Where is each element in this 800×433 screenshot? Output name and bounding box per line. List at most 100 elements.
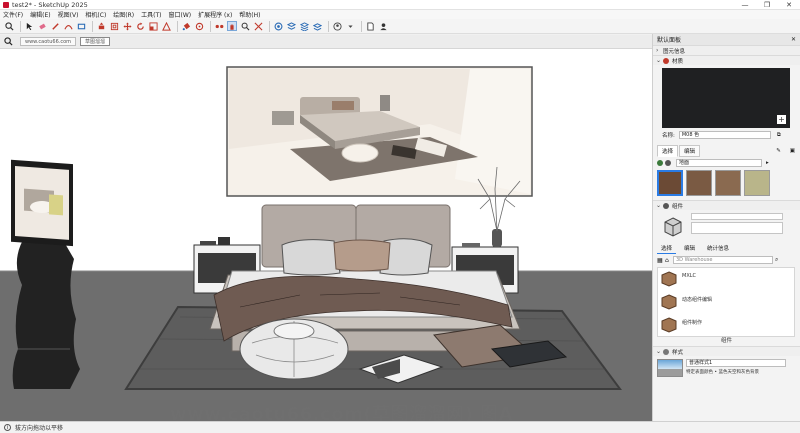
style-thumbnail — [657, 359, 683, 377]
tab-edit[interactable]: 编辑 — [680, 243, 699, 254]
dropdown-arrow-icon[interactable] — [345, 21, 355, 31]
paint-bucket-icon[interactable] — [181, 21, 191, 31]
rotate-tool-icon[interactable] — [135, 21, 145, 31]
panel-components[interactable]: ⌄ 组件 — [653, 200, 800, 210]
material-tabs: 选择 编辑 ✎ ▣ — [657, 145, 800, 157]
menu-extensions[interactable]: 扩展程序 (x) — [198, 10, 232, 19]
offset-tool-icon[interactable] — [109, 21, 119, 31]
component-search-row: ▦ ⌂ 3D Warehouse ⌕ — [657, 256, 800, 264]
zoom-tool-icon[interactable] — [240, 21, 250, 31]
toolbar-divider — [177, 20, 178, 32]
close-button[interactable]: ✕ — [778, 0, 800, 10]
zoom-extents-icon[interactable] — [253, 21, 263, 31]
home-icon[interactable]: ⌂ — [665, 257, 673, 264]
menu-view[interactable]: 视图(V) — [58, 10, 79, 19]
scene-render — [0, 66, 652, 421]
create-material-button[interactable]: + — [777, 115, 786, 124]
tape-measure-icon[interactable] — [161, 21, 171, 31]
maximize-button[interactable]: ❐ — [756, 0, 778, 10]
panel-entity-info[interactable]: › 图元信息 — [653, 45, 800, 55]
profile-icon[interactable] — [378, 21, 388, 31]
sample-paint-icon[interactable]: ▣ — [786, 147, 799, 155]
chevron-down-icon: ⌄ — [656, 348, 662, 355]
orbit-tool-icon[interactable] — [194, 21, 204, 31]
list-item[interactable]: 动态组件编辑 — [658, 291, 794, 314]
tray-close-icon[interactable]: ✕ — [791, 36, 796, 43]
menu-help[interactable]: 帮助(H) — [239, 10, 260, 19]
panel-styles[interactable]: ⌄ 样式 — [653, 346, 800, 356]
tab-statistics[interactable]: 统计信息 — [703, 243, 733, 254]
extension-manager-icon[interactable] — [312, 21, 322, 31]
arc-tool-icon[interactable] — [63, 21, 73, 31]
watermark-text: www.caotu66.com(草图溜溜网) 图A — [170, 404, 514, 421]
warehouse-icon[interactable] — [273, 21, 283, 31]
material-library-row: 地面 ▸ — [657, 159, 800, 167]
style-name-field[interactable]: 普通样式1 — [686, 359, 786, 367]
material-swatch[interactable] — [715, 170, 741, 196]
pencil-tool-icon[interactable] — [50, 21, 60, 31]
model-viewport[interactable]: www.caotu66.com(草图溜溜网) 图A — [0, 49, 652, 421]
menu-edit[interactable]: 编辑(E) — [30, 10, 50, 19]
home-icon[interactable] — [665, 160, 671, 166]
panel-materials[interactable]: ⌄ 材质 — [653, 55, 800, 65]
sketchup-logo-icon — [3, 1, 9, 8]
info-icon[interactable]: i — [4, 424, 11, 431]
duplicate-icon[interactable]: ⧉ — [777, 132, 781, 139]
menu-window[interactable]: 窗口(W) — [169, 10, 192, 19]
tray-header: 默认面板 ✕ — [653, 34, 800, 45]
material-library-select[interactable]: 地面 — [676, 159, 762, 167]
menu-file[interactable]: 文件(F) — [3, 10, 23, 19]
tab-edit[interactable]: 编辑 — [679, 145, 701, 157]
scale-tool-icon[interactable] — [148, 21, 158, 31]
rectangle-tool-icon[interactable] — [76, 21, 86, 31]
material-name-label: 名称: — [662, 133, 675, 139]
component-thumbnail — [660, 270, 678, 288]
back-icon[interactable] — [657, 160, 663, 166]
search-icon[interactable]: ⌕ — [775, 256, 783, 264]
material-swatch[interactable] — [744, 170, 770, 196]
tab-select[interactable]: 选择 — [657, 145, 679, 157]
search-icon[interactable] — [0, 35, 16, 49]
layout-icon[interactable] — [299, 21, 309, 31]
floor-pouf — [239, 318, 349, 380]
menu-camera[interactable]: 相机(C) — [85, 10, 106, 19]
component-search-input[interactable]: 3D Warehouse — [673, 256, 773, 264]
component-name-field[interactable] — [691, 213, 783, 220]
eraser-tool-icon[interactable] — [37, 21, 47, 31]
eyedropper-icon[interactable]: ✎ — [772, 147, 785, 155]
component-name: 动态组件编辑 — [682, 297, 713, 303]
account-icon[interactable] — [332, 21, 342, 31]
toolbar-divider — [269, 20, 270, 32]
component-thumbnail — [660, 293, 678, 311]
minimize-button[interactable]: — — [734, 0, 756, 10]
panel-components-title: 组件 — [672, 203, 684, 210]
list-item[interactable]: 组件制作 — [658, 314, 794, 336]
scene-tab-website[interactable]: www.caotu66.com — [20, 37, 77, 46]
menu-draw[interactable]: 绘图(R) — [113, 10, 134, 19]
material-swatch[interactable] — [686, 170, 712, 196]
tab-select[interactable]: 选择 — [657, 243, 677, 254]
search-icon[interactable] — [4, 21, 14, 31]
material-swatch[interactable] — [657, 170, 683, 196]
chevron-right-icon: › — [656, 47, 659, 54]
status-text: 拔方向拖动以平移 — [15, 425, 64, 432]
details-icon[interactable]: ▸ — [766, 160, 769, 166]
panel-materials-title: 材质 — [672, 58, 684, 65]
menu-tools[interactable]: 工具(T) — [141, 10, 161, 19]
move-tool-icon[interactable] — [122, 21, 132, 31]
component-thumbnail — [660, 316, 678, 334]
list-item[interactable]: MXLC — [658, 268, 794, 291]
view-options-icon[interactable]: ▦ — [657, 257, 665, 264]
push-pull-tool-icon[interactable] — [96, 21, 106, 31]
extension-warehouse-icon[interactable] — [286, 21, 296, 31]
material-name-field[interactable]: M08 色 — [678, 131, 771, 139]
scene-tab-bar: www.caotu66.com 草图溜溜 — [0, 35, 652, 49]
walk-tool-icon[interactable] — [214, 21, 224, 31]
materials-icon — [663, 57, 669, 64]
scene-tab-caoliu[interactable]: 草图溜溜 — [80, 37, 111, 46]
component-desc-field[interactable] — [691, 222, 783, 234]
select-tool-icon[interactable] — [24, 21, 34, 31]
pan-tool-icon[interactable] — [227, 21, 237, 31]
style-info: 普通样式1 特定表面颜色 • 蓝色天空和灰色背景 — [657, 359, 800, 377]
new-file-icon[interactable] — [365, 21, 375, 31]
